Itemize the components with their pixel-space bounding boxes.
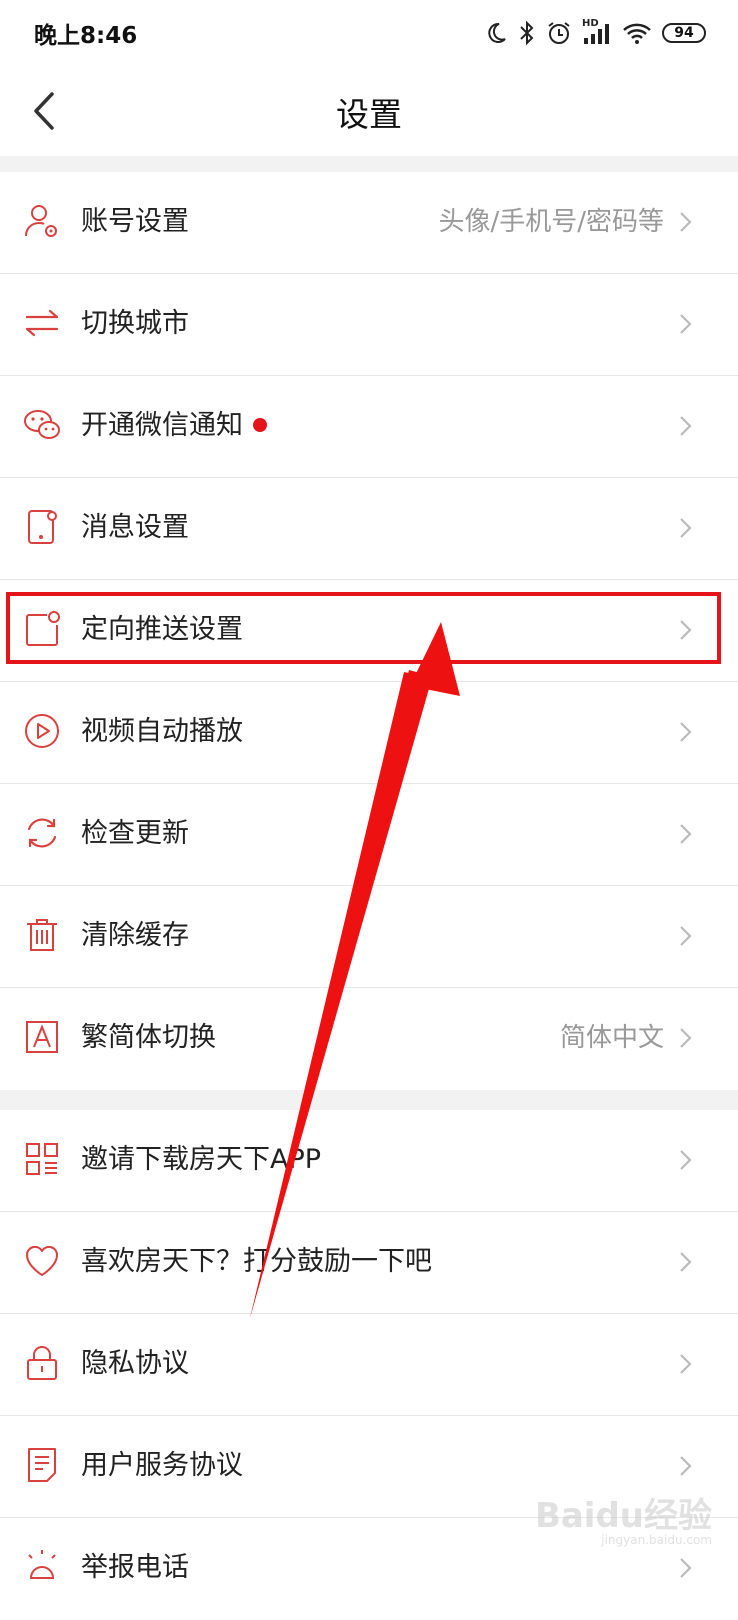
status-time: 晚上8:46 [34,23,138,49]
title-bar: 设置 [0,66,738,156]
qrcode-icon [26,1143,58,1175]
moon-icon [488,22,506,43]
chevron-right-icon [680,314,692,334]
chevron-right-icon [680,1150,692,1170]
row-targeted-push[interactable]: 定向推送设置 [0,580,738,682]
row-label: 开通微信通知 [81,403,267,442]
status-icons: HD 94 [484,18,706,46]
row-check-update[interactable]: 检查更新 [0,784,738,886]
chevron-right-icon [680,416,692,436]
row-label: 喜欢房天下？打分鼓励一下吧 [81,1246,432,1277]
new-badge-dot [253,417,267,432]
row-switch-city[interactable]: 切换城市 [0,274,738,376]
row-invite-download[interactable]: 邀请下载房天下APP [0,1110,738,1212]
account-settings-icon [25,205,57,237]
row-label: 繁简体切换 [81,1022,216,1053]
push-square-icon [26,611,60,646]
row-value: 简体中文 [559,1023,664,1053]
status-bar: 晚上8:46 HD 94 [0,0,738,66]
baidu-watermark: Baidu经验 jingyan.baidu.com [535,1488,712,1547]
page-title: 设置 [336,95,402,134]
section-divider [0,1090,738,1110]
row-label: 举报电话 [81,1552,189,1583]
lock-icon [27,1346,57,1380]
heart-icon [25,1245,59,1276]
row-label: 邀请下载房天下APP [81,1144,322,1175]
row-label-text: 开通微信通知 [81,410,243,441]
wechat-icon [24,410,60,439]
row-label: 检查更新 [81,818,189,849]
battery-indicator: 94 [662,23,706,43]
row-value: 头像/手机号/密码等 [438,207,664,237]
chevron-right-icon [680,1456,692,1476]
row-label: 用户服务协议 [81,1450,243,1481]
section-divider [0,156,738,172]
wifi-icon [623,23,651,44]
row-account-settings[interactable]: 账号设置 头像/手机号/密码等 [0,172,738,274]
chevron-right-icon [680,1354,692,1374]
alarm-icon [28,1550,56,1579]
chevron-right-icon [680,722,692,742]
row-video-autoplay[interactable]: 视频自动播放 [0,682,738,784]
chevron-right-icon [680,1252,692,1272]
chevron-right-icon [680,212,692,232]
row-label: 隐私协议 [81,1348,189,1379]
row-wechat-notify[interactable]: 开通微信通知 [0,376,738,478]
row-label: 定向推送设置 [81,614,243,645]
row-label: 账号设置 [81,206,189,237]
chevron-right-icon [680,518,692,538]
signal-group: HD [582,18,612,46]
font-a-icon [26,1021,58,1053]
signal-icon [584,24,609,44]
row-label: 清除缓存 [81,920,189,951]
chevron-right-icon [680,620,692,640]
document-icon [28,1448,56,1482]
alarm-clock-icon [548,22,570,44]
row-rate-app[interactable]: 喜欢房天下？打分鼓励一下吧 [0,1212,738,1314]
chevron-right-icon [680,1558,692,1578]
row-traditional-simplified[interactable]: 繁简体切换 简体中文 [0,988,738,1090]
row-label: 视频自动播放 [81,716,243,747]
play-circle-icon [25,714,59,748]
phone-message-icon [28,510,57,544]
chevron-right-icon [680,926,692,946]
bluetooth-icon [520,20,534,46]
row-label: 消息设置 [81,512,189,543]
row-clear-cache[interactable]: 清除缓存 [0,886,738,988]
switch-arrows-icon [25,309,59,337]
refresh-icon [27,818,57,848]
trash-icon [27,919,57,951]
row-privacy-policy[interactable]: 隐私协议 [0,1314,738,1416]
chevron-right-icon [680,824,692,844]
chevron-right-icon [680,1028,692,1048]
watermark-brand: Baidu经验 [534,1496,712,1536]
row-label: 切换城市 [81,308,189,339]
row-message-settings[interactable]: 消息设置 [0,478,738,580]
